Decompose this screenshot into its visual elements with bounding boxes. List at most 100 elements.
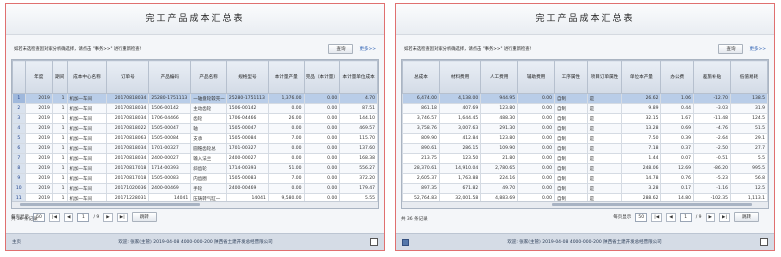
column-header[interactable]: 差旅补贴 xyxy=(693,60,731,94)
last-page-icon[interactable]: ▶| xyxy=(719,212,730,222)
table-row[interactable]: 10 2019 1 机加一车间 20171020036 2400-00469 手轮 2400-… xyxy=(12,183,378,194)
column-header[interactable]: 办公费 xyxy=(660,60,695,94)
last-page-icon[interactable]: ▶| xyxy=(116,212,128,222)
table-row[interactable]: 2 2019 1 机加一车间 20170818034 1506-00142 主动齿轮 1506… xyxy=(12,103,378,114)
table-cell: 0.07 xyxy=(660,153,695,164)
table-cell: 29.1 xyxy=(729,133,768,144)
table-cell: 1714-00393 xyxy=(225,163,269,174)
table-cell: 1,376.00 xyxy=(267,93,305,104)
column-header[interactable]: 辅助费用 xyxy=(517,60,556,94)
more-link[interactable]: 更多>> xyxy=(749,46,766,52)
page-size-input[interactable]: 50 xyxy=(635,212,648,222)
row-number-cell: 1 xyxy=(12,93,26,104)
table-cell: 124.5 xyxy=(729,113,768,124)
table-cell: 1.44 xyxy=(621,153,662,164)
table-cell: 1.67 xyxy=(660,113,695,124)
table-cell: 2019 xyxy=(24,113,53,124)
page-number-input[interactable]: 1 xyxy=(77,212,90,222)
table-cell: 1506-00142 xyxy=(148,103,192,114)
table-cell: 自制 xyxy=(554,113,588,124)
row-number-cell: 5 xyxy=(12,133,26,144)
column-header[interactable]: 成本中心名称 xyxy=(66,60,108,94)
status-home[interactable]: 主页 xyxy=(12,239,21,245)
scrollbar-thumb[interactable] xyxy=(20,203,200,206)
table-cell: 自制 xyxy=(554,173,588,184)
table-cell: 13.28 xyxy=(621,123,662,134)
table-cell: 0.00 xyxy=(517,183,556,194)
table-cell: 是 xyxy=(586,143,623,154)
table-cell: 2019 xyxy=(24,133,53,144)
column-header[interactable]: 规格型号 xyxy=(225,60,269,94)
column-header[interactable]: 工序属性 xyxy=(554,60,588,94)
column-header[interactable]: 完品（本计量） xyxy=(303,60,341,94)
table-cell: 0.00 xyxy=(303,163,341,174)
table-cell: 0.76 xyxy=(660,173,695,184)
table-row[interactable]: 1 2019 1 机加一车间 20170818034 25280-1751113 一轴盘轮毂… xyxy=(12,93,378,104)
column-header[interactable]: 本计量单位成本 xyxy=(339,60,378,94)
page-number-input[interactable]: 1 xyxy=(679,212,692,222)
table-row[interactable]: 861.18 407.69 123.80 0.00 自制是 9.89 0.44 -3.03 31… xyxy=(402,103,768,114)
table-row[interactable]: 9 2019 1 机加一车间 20170817018 1505-00083 内齿圈 1505-… xyxy=(12,173,378,184)
table-row[interactable]: 4 2019 1 机加一车间 20170818022 1505-00047 轴 1505-00… xyxy=(12,123,378,134)
table-row[interactable]: 809.90 412.84 123.80 0.00 自制是 7.50 0.39 -2.64 29… xyxy=(402,133,768,144)
column-header[interactable]: 本计量产量 xyxy=(267,60,305,94)
table-cell: 2019 xyxy=(24,93,53,104)
table-row[interactable]: 6,474.00 4,138.00 944.95 0.00 自制是 26.62 1.06 -1… xyxy=(402,93,768,104)
first-page-icon[interactable]: |◀ xyxy=(651,212,663,222)
table-row[interactable]: 213.75 123.50 21.80 0.00 自制是 1.44 0.07 -0.51 5.5 xyxy=(402,153,768,164)
table-cell: 输入法兰 xyxy=(190,153,227,164)
table-cell: 机加一车间 xyxy=(66,93,108,104)
prev-page-icon[interactable]: ◀ xyxy=(666,212,676,222)
column-header[interactable]: 项目订单属性 xyxy=(586,60,623,94)
table-row[interactable]: 3 2019 1 机加一车间 20170818034 1706-04466 齿轮 1706-0… xyxy=(12,113,378,124)
pager: 每页显示 50 |◀ ◀ 1 / 9 ▶ ▶| 跳转 xyxy=(11,211,379,223)
query-button[interactable]: 查询 xyxy=(328,44,354,54)
right-report-window: 完工产品成本汇总表 如若未选检查因对家分析确选择，请点击 "事务>>" 进行重新… xyxy=(395,3,775,251)
window-toggle-icon[interactable] xyxy=(370,238,378,246)
first-page-icon[interactable]: |◀ xyxy=(49,212,60,222)
horizontal-scrollbar[interactable] xyxy=(402,201,768,208)
table-row[interactable]: 6 2019 1 机加一车间 20170818034 1701-00327 圆锥齿轮总 170… xyxy=(12,143,378,154)
table-cell: 1505-00047 xyxy=(148,123,192,134)
table-cell: 是 xyxy=(586,133,623,144)
table-row[interactable]: 3,758.76 3,007.63 291.30 0.00 自制是 13.28 0.69 -4… xyxy=(402,123,768,134)
jump-button[interactable]: 跳转 xyxy=(131,212,157,222)
table-row[interactable]: 2,605.37 1,763.88 224.16 0.00 自制是 14.78 0.76 -5… xyxy=(402,173,768,184)
table-row[interactable]: 8 2019 1 机加一车间 20170817018 1714-00393 斜齿轮 1714-… xyxy=(12,163,378,174)
table-cell: 809.90 xyxy=(402,133,440,144)
column-header[interactable]: 产品名称 xyxy=(190,60,227,94)
table-row[interactable]: 890.61 286.15 109.90 0.00 自制是 7.18 0.37 -2.50 27… xyxy=(402,143,768,154)
header-row: 总成本 材料费用 人工费用 辅助费用 工序属性 项目订单属性 单位本产量 办公费 差旅补贴 低值易… xyxy=(402,60,768,94)
table-cell: 51.5 xyxy=(729,123,768,134)
jump-button[interactable]: 跳转 xyxy=(734,212,759,222)
table-cell: 372.20 xyxy=(339,173,378,184)
column-header[interactable]: 产品编码 xyxy=(148,60,192,94)
horizontal-scrollbar[interactable] xyxy=(12,201,378,208)
table-cell: 31.9 xyxy=(729,103,768,114)
column-header[interactable]: 总成本 xyxy=(402,60,440,94)
table-cell: 6,474.00 xyxy=(402,93,440,104)
column-header[interactable]: 人工费用 xyxy=(480,60,519,94)
column-header[interactable]: 单位本产量 xyxy=(621,60,662,94)
column-header[interactable]: 低值易耗 xyxy=(729,60,768,94)
more-link[interactable]: 更多>> xyxy=(359,46,376,52)
table-cell: 0.00 xyxy=(517,123,556,134)
scrollbar-thumb[interactable] xyxy=(552,203,752,206)
table-row[interactable]: 5 2019 1 机加一车间 20170818063 1505-00084 支承 1505-0… xyxy=(12,133,378,144)
next-page-icon[interactable]: ▶ xyxy=(705,212,716,222)
column-header[interactable]: 期间 xyxy=(51,60,68,94)
query-button[interactable]: 查询 xyxy=(718,44,744,54)
table-cell: 1706-04466 xyxy=(148,113,192,124)
table-row[interactable]: 3,746.57 1,644.45 488.30 0.00 自制是 32.15 1.67 -1… xyxy=(402,113,768,124)
prev-page-icon[interactable]: ◀ xyxy=(63,212,74,222)
window-toggle-icon[interactable] xyxy=(760,238,768,246)
table-row[interactable]: 897.35 671.82 49.70 0.00 自制是 3.28 0.17 -1.16 12.… xyxy=(402,183,768,194)
column-header[interactable]: 订单号 xyxy=(106,60,150,94)
next-page-icon[interactable]: ▶ xyxy=(103,212,113,222)
column-header[interactable]: 年度 xyxy=(24,60,53,94)
row-number-cell: 8 xyxy=(12,163,26,174)
table-row[interactable]: 28,370.61 14,910.04 2,780.65 0.00 自制是 248.06 1… xyxy=(402,163,768,174)
table-row[interactable]: 7 2019 1 机加一车间 20170818034 2400-00027 输入法兰 2400… xyxy=(12,153,378,164)
table-cell: 0.00 xyxy=(517,113,556,124)
column-header[interactable]: 材料费用 xyxy=(438,60,482,94)
